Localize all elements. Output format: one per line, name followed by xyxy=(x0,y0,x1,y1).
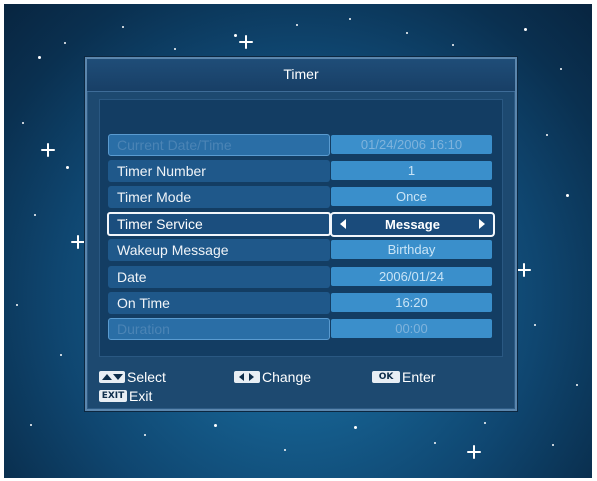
row-current-date-time: Current Date/Time 01/24/2006 16:10 xyxy=(108,134,492,156)
star xyxy=(296,24,298,26)
star xyxy=(174,48,176,50)
field-label: On Time xyxy=(108,292,330,314)
enter-hint: Enter xyxy=(402,369,436,385)
star xyxy=(16,304,18,306)
star xyxy=(552,444,554,446)
field-value[interactable]: 16:20 xyxy=(331,293,492,312)
star xyxy=(144,434,146,436)
star xyxy=(60,354,62,356)
star xyxy=(566,194,569,197)
star xyxy=(576,384,578,386)
star xyxy=(64,42,66,44)
select-hint: Select xyxy=(127,369,166,385)
left-right-arrows-icon xyxy=(234,371,260,383)
star xyxy=(349,18,351,20)
row-date[interactable]: Date 2006/01/24 xyxy=(108,266,492,288)
up-down-arrows-icon xyxy=(99,371,125,383)
field-label: Date xyxy=(108,266,330,288)
star xyxy=(434,442,436,444)
change-hint: Change xyxy=(262,369,312,385)
field-value[interactable]: Birthday xyxy=(331,240,492,259)
star xyxy=(38,56,41,59)
field-label: Timer Number xyxy=(108,160,330,182)
field-label: Timer Service xyxy=(107,212,331,236)
row-wakeup-message[interactable]: Wakeup Message Birthday xyxy=(108,239,492,261)
field-label: Wakeup Message xyxy=(108,239,330,261)
exit-key-icon: EXIT xyxy=(99,390,127,402)
timer-settings-list: Current Date/Time 01/24/2006 16:10 Timer… xyxy=(99,99,503,357)
field-value-selector[interactable]: Message xyxy=(330,212,495,237)
star xyxy=(30,424,32,426)
star xyxy=(66,166,69,169)
star xyxy=(354,426,357,429)
right-arrow-icon[interactable] xyxy=(479,219,485,229)
star xyxy=(406,32,408,34)
star xyxy=(560,68,562,70)
exit-hint: Exit xyxy=(129,388,153,404)
field-value[interactable]: 2006/01/24 xyxy=(331,267,492,286)
ok-key-icon: OK xyxy=(372,371,400,383)
star xyxy=(214,424,217,427)
star xyxy=(122,26,124,28)
field-value[interactable]: Once xyxy=(331,187,492,206)
left-arrow-icon[interactable] xyxy=(340,219,346,229)
timer-dialog: Timer Current Date/Time 01/24/2006 16:10… xyxy=(85,57,517,411)
star xyxy=(484,422,486,424)
field-value: Message xyxy=(385,217,440,232)
star xyxy=(534,324,536,326)
row-timer-mode[interactable]: Timer Mode Once xyxy=(108,186,492,208)
row-timer-service[interactable]: Timer Service Message xyxy=(107,212,495,237)
field-value: 01/24/2006 16:10 xyxy=(331,135,492,154)
star xyxy=(452,44,454,46)
title-bar: Timer xyxy=(87,59,515,92)
star xyxy=(284,449,286,451)
field-value[interactable]: 1 xyxy=(331,161,492,180)
row-duration: Duration 00:00 xyxy=(108,318,492,340)
field-label: Current Date/Time xyxy=(108,134,330,156)
star xyxy=(234,34,237,37)
row-on-time[interactable]: On Time 16:20 xyxy=(108,292,492,314)
star xyxy=(524,28,527,31)
key-hints: Select Change OK Enter EXIT Exit xyxy=(87,359,515,409)
field-label: Timer Mode xyxy=(108,186,330,208)
star xyxy=(22,122,24,124)
star xyxy=(34,214,36,216)
star xyxy=(546,134,548,136)
field-label: Duration xyxy=(108,318,330,340)
dialog-title: Timer xyxy=(283,66,319,82)
field-value: 00:00 xyxy=(331,319,492,338)
row-timer-number[interactable]: Timer Number 1 xyxy=(108,160,492,182)
